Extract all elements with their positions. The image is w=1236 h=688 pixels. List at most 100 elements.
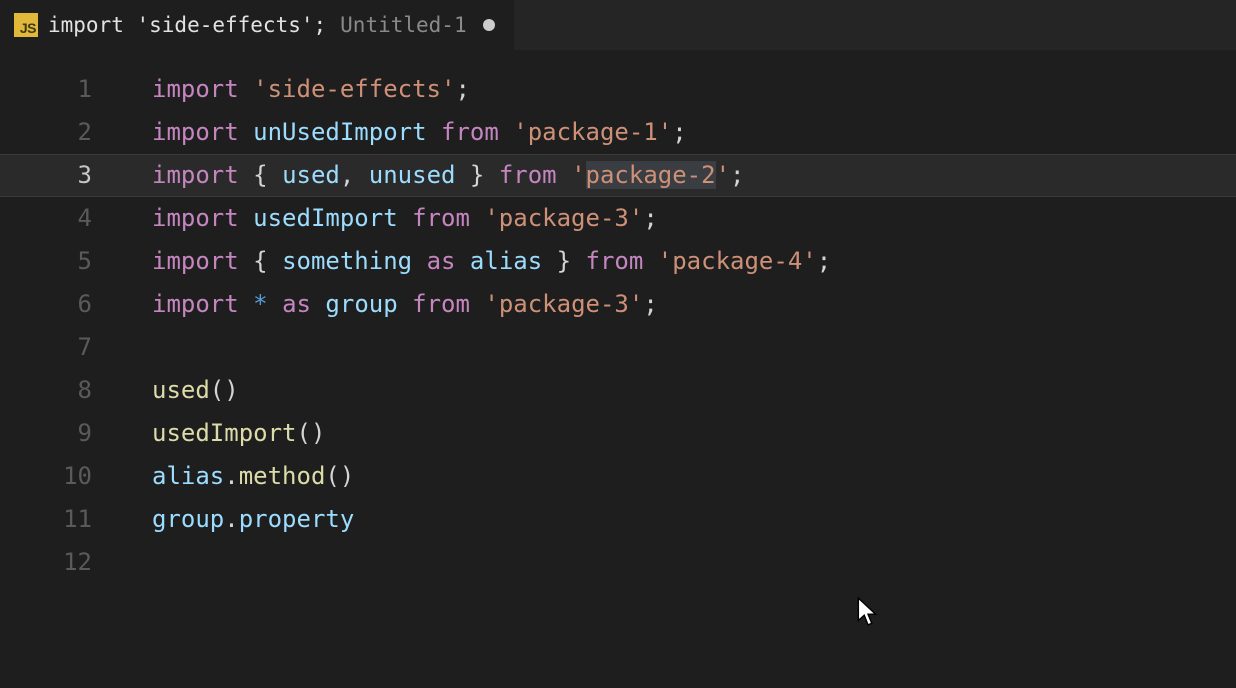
line-number: 3 bbox=[0, 154, 92, 197]
token bbox=[239, 247, 253, 275]
token bbox=[268, 290, 282, 318]
token: ; bbox=[730, 161, 744, 189]
token bbox=[412, 247, 426, 275]
token: 'side-effects' bbox=[253, 75, 455, 103]
line-number: 1 bbox=[0, 68, 92, 111]
token bbox=[311, 290, 325, 318]
token: () bbox=[325, 462, 354, 490]
token: } bbox=[542, 247, 585, 275]
token: from bbox=[586, 247, 644, 275]
token bbox=[557, 161, 571, 189]
token: . bbox=[224, 462, 238, 490]
token: ' bbox=[716, 161, 730, 189]
token: group bbox=[325, 290, 397, 318]
token: import bbox=[152, 204, 239, 232]
token bbox=[398, 290, 412, 318]
token bbox=[398, 204, 412, 232]
token bbox=[239, 290, 253, 318]
token: ' bbox=[571, 161, 585, 189]
token: { bbox=[253, 247, 282, 275]
token bbox=[470, 204, 484, 232]
mouse-cursor-icon bbox=[857, 597, 879, 627]
token: * bbox=[253, 290, 267, 318]
line-number-gutter: 123456789101112 bbox=[0, 68, 110, 584]
token: unUsedImport bbox=[253, 118, 426, 146]
token: { bbox=[253, 161, 282, 189]
token bbox=[455, 247, 469, 275]
token: 'package-4' bbox=[658, 247, 817, 275]
token: from bbox=[499, 161, 557, 189]
token: ; bbox=[817, 247, 831, 275]
line-number: 6 bbox=[0, 283, 92, 326]
token bbox=[239, 161, 253, 189]
line-number: 11 bbox=[0, 498, 92, 541]
line-number: 2 bbox=[0, 111, 92, 154]
editor-tab[interactable]: JS import 'side-effects'; Untitled-1 bbox=[0, 0, 514, 50]
tab-title-main: import 'side-effects'; bbox=[48, 13, 326, 37]
token: property bbox=[239, 505, 355, 533]
token: method bbox=[239, 462, 326, 490]
line-number: 5 bbox=[0, 240, 92, 283]
token: () bbox=[210, 376, 239, 404]
token: import bbox=[152, 247, 239, 275]
line-number: 12 bbox=[0, 541, 92, 584]
code-line[interactable]: import unUsedImport from 'package-1'; bbox=[152, 111, 1236, 154]
token: alias bbox=[152, 462, 224, 490]
token bbox=[239, 118, 253, 146]
line-number: 8 bbox=[0, 369, 92, 412]
token: as bbox=[282, 290, 311, 318]
token: () bbox=[297, 419, 326, 447]
code-line[interactable]: import * as group from 'package-3'; bbox=[152, 283, 1236, 326]
token: import bbox=[152, 118, 239, 146]
token: import bbox=[152, 290, 239, 318]
token: ; bbox=[643, 204, 657, 232]
code-content[interactable]: import 'side-effects';import unUsedImpor… bbox=[110, 68, 1236, 584]
token: package-2 bbox=[586, 161, 716, 189]
token bbox=[643, 247, 657, 275]
tab-title-filename: Untitled-1 bbox=[340, 13, 466, 37]
line-number: 7 bbox=[0, 326, 92, 369]
token: 'package-1' bbox=[513, 118, 672, 146]
token: . bbox=[224, 505, 238, 533]
code-line[interactable]: import 'side-effects'; bbox=[152, 68, 1236, 111]
tab-bar: JS import 'side-effects'; Untitled-1 bbox=[0, 0, 1236, 50]
token: something bbox=[282, 247, 412, 275]
token: } bbox=[455, 161, 498, 189]
token: group bbox=[152, 505, 224, 533]
code-line[interactable]: used() bbox=[152, 369, 1236, 412]
code-line[interactable]: usedImport() bbox=[152, 412, 1236, 455]
token: ; bbox=[455, 75, 469, 103]
token: used bbox=[282, 161, 340, 189]
token: import bbox=[152, 161, 239, 189]
code-line[interactable] bbox=[152, 326, 1236, 369]
token: alias bbox=[470, 247, 542, 275]
token bbox=[470, 290, 484, 318]
token: ; bbox=[672, 118, 686, 146]
line-number: 4 bbox=[0, 197, 92, 240]
token: usedImport bbox=[152, 419, 297, 447]
code-line[interactable]: import usedImport from 'package-3'; bbox=[152, 197, 1236, 240]
code-line[interactable]: alias.method() bbox=[152, 455, 1236, 498]
token: from bbox=[412, 290, 470, 318]
token: used bbox=[152, 376, 210, 404]
token bbox=[427, 118, 441, 146]
token: usedImport bbox=[253, 204, 398, 232]
line-number: 9 bbox=[0, 412, 92, 455]
token: 'package-3' bbox=[484, 204, 643, 232]
token bbox=[239, 204, 253, 232]
code-editor[interactable]: 123456789101112 import 'side-effects';im… bbox=[0, 50, 1236, 584]
token bbox=[239, 75, 253, 103]
token: unused bbox=[369, 161, 456, 189]
code-line[interactable] bbox=[152, 541, 1236, 584]
line-number: 10 bbox=[0, 455, 92, 498]
code-line[interactable]: group.property bbox=[152, 498, 1236, 541]
token: ; bbox=[643, 290, 657, 318]
token: from bbox=[412, 204, 470, 232]
token: import bbox=[152, 75, 239, 103]
token: 'package-3' bbox=[484, 290, 643, 318]
token: from bbox=[441, 118, 499, 146]
token bbox=[499, 118, 513, 146]
code-line[interactable]: import { something as alias } from 'pack… bbox=[152, 240, 1236, 283]
code-line[interactable]: import { used, unused } from 'package-2'… bbox=[152, 154, 1236, 197]
token: , bbox=[340, 161, 369, 189]
